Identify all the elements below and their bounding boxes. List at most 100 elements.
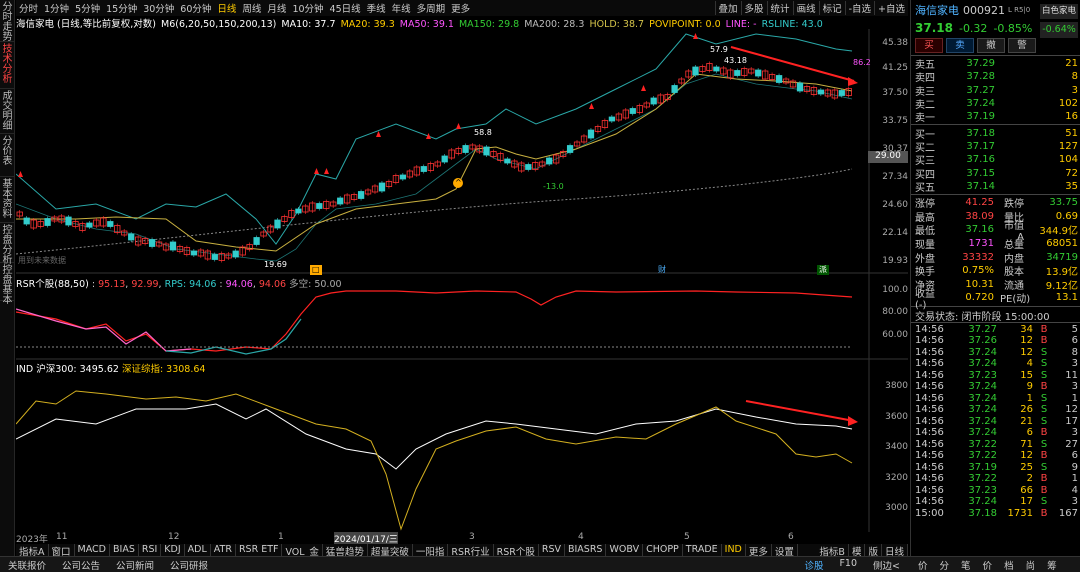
side-tab-1[interactable]: 技术分析 [0,42,15,89]
indicator-tab-2[interactable]: MACD [75,544,110,556]
status-right-0[interactable]: 诊股 [796,558,831,572]
panel-tab-3[interactable]: 价 [983,558,993,572]
period-tab-0[interactable]: 分时 [16,1,41,15]
tool-2[interactable]: 统计 [766,1,793,15]
notice-marker-icon[interactable]: 派 [817,265,829,275]
indicator-tab-9[interactable]: VOL_金 [282,544,323,558]
period-tab-6[interactable]: 日线 [214,1,239,15]
tool-3[interactable]: 画线 [792,1,819,15]
indicator-tab-6[interactable]: ADL [185,544,211,556]
indicator-tab-13[interactable]: RSR行业 [448,544,494,558]
period-tab-9[interactable]: 10分钟 [289,1,326,15]
indicator-tab-16[interactable]: BIASRS [565,544,607,556]
calendar-marker-icon[interactable]: □ [310,265,322,275]
indicator-tab-17[interactable]: WOBV [606,544,644,556]
side-tab-5[interactable]: 控盘分析 [0,223,15,266]
buy-button[interactable]: 买 [915,38,943,53]
status-link-2[interactable]: 公司新闻 [108,558,162,572]
indicator-tab-21[interactable]: 更多 [746,544,772,558]
side-tab-4[interactable]: 基本资料 [0,177,15,223]
indicator-tab-11[interactable]: 超量突破 [368,544,413,558]
panel-tab-0[interactable]: 价 [918,558,928,572]
trade-time: 14:56 [915,369,944,381]
side-tab-6[interactable]: 控盘基本 [0,263,15,306]
status-link-0[interactable]: 关联报价 [0,558,54,572]
tool-5[interactable]: -自选 [844,1,874,15]
stock-code: 000921 [963,3,1005,17]
status-link-1[interactable]: 公司公告 [54,558,108,572]
period-tab-12[interactable]: 年线 [389,1,414,15]
side-tab-2[interactable]: 成交明细 [0,89,15,134]
indicator-tab-15[interactable]: RSV [539,544,565,556]
tool-0[interactable]: 叠加 [714,1,741,15]
trade-side: S [1040,392,1048,404]
period-tab-5[interactable]: 60分钟 [177,1,214,15]
period-tab-11[interactable]: 季线 [364,1,389,15]
indicator-tab-7[interactable]: ATR [211,544,236,556]
indicator-tab-3[interactable]: BIAS [110,544,139,556]
trade-volume: 2 [1026,473,1033,485]
alert-button[interactable]: 警 [1008,38,1036,53]
x-axis: 2023年 11 12 1 2024/01/17/三 3 4 5 6 [16,532,908,545]
indicator-tab-18[interactable]: CHOPP [643,544,683,556]
period-tab-3[interactable]: 15分钟 [103,1,140,15]
panel-tab-1[interactable]: 分 [940,558,950,572]
indicator-tab-22[interactable]: 设置 [772,544,798,558]
sector-pct-badge[interactable]: -0.64% [1040,22,1078,38]
status-right-1[interactable]: F10 [831,558,865,572]
finance-marker-icon[interactable]: 财 [656,265,668,275]
panel-tab-2[interactable]: 笔 [961,558,971,572]
status-right-2[interactable]: 侧边< [865,558,908,572]
trade-side: S [1040,369,1048,381]
period-tab-8[interactable]: 月线 [264,1,289,15]
trade-count: 3 [1071,358,1078,370]
indicator-tab-0[interactable]: 指标A [16,544,49,558]
trade-volume: 26 [1020,404,1033,416]
trade-side: B [1040,427,1048,439]
side-tab-3[interactable]: 分价表 [0,134,15,177]
indicator-tab-4[interactable]: RSI [139,544,162,556]
side-tab-0[interactable]: 分时走势 [0,0,15,43]
indicator-tab-20[interactable]: IND [722,544,746,556]
indicator-tab-5[interactable]: KDJ [161,544,185,556]
bottom-right-0[interactable]: 指标B [816,544,849,558]
indicator-tab-14[interactable]: RSR个股 [494,544,539,558]
sector-button[interactable]: 白色家电 [1040,4,1078,19]
rsline-label: RSLINE: 43.0 [761,19,823,29]
trade-count: 6 [1071,335,1078,347]
tool-1[interactable]: 多股 [740,1,767,15]
period-tab-13[interactable]: 多周期 [414,1,449,15]
period-tab-1[interactable]: 1分钟 [41,1,72,15]
period-tab-2[interactable]: 5分钟 [72,1,103,15]
status-link-3[interactable]: 公司研报 [162,558,216,572]
bottom-right-3[interactable]: 日线 [882,544,908,558]
indicator-tab-19[interactable]: TRADE [683,544,722,556]
panel-tab-4[interactable]: 档 [1004,558,1014,572]
tool-4[interactable]: 标记 [818,1,845,15]
trade-volume: 17 [1020,496,1033,508]
sell-button[interactable]: 卖 [946,38,974,53]
indicator-tab-12[interactable]: 一阳指 [413,544,449,558]
trade-row: 14:56 37.22 12 B 6 [915,450,1080,462]
cancel-button[interactable]: 撤 [977,38,1005,53]
panel-tab-5[interactable]: 尚 [1026,558,1036,572]
bottom-right-2[interactable]: 版 [865,544,882,558]
trade-count: 5 [1071,323,1078,335]
bottom-right-1[interactable]: 模 [849,544,866,558]
tool-6[interactable]: +自选 [874,1,908,15]
trade-time: 14:56 [915,461,944,473]
trade-volume: 71 [1020,438,1033,450]
lower-band [16,73,853,262]
indicator-tab-8[interactable]: RSR ETF [236,544,283,556]
stat-value: 0.720 [965,292,994,304]
period-tab-14[interactable]: 更多 [448,1,473,15]
trade-volume: 15 [1020,369,1033,381]
indicator-tab-10[interactable]: 猛兽趋势 [323,544,368,558]
period-tab-4[interactable]: 30分钟 [140,1,177,15]
panel-tab-6[interactable]: 筹 [1047,558,1057,572]
trade-row: 14:56 37.24 21 S 17 [915,416,1080,428]
trade-side: S [1040,404,1048,416]
period-tab-10[interactable]: 45日线 [327,1,364,15]
indicator-tab-1[interactable]: 窗口 [49,544,75,558]
period-tab-7[interactable]: 周线 [239,1,264,15]
